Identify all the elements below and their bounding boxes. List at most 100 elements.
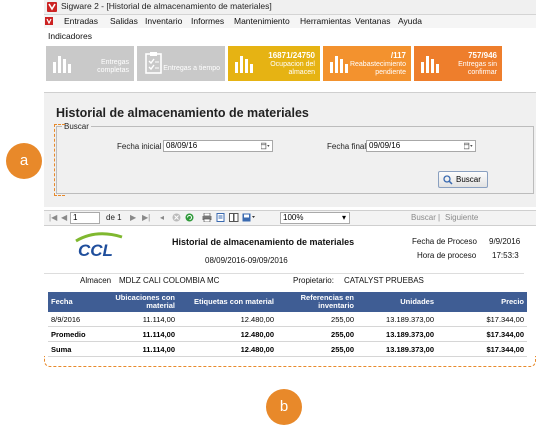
kpi-label: Entregas a tiempo xyxy=(163,65,220,72)
page-setup-icon[interactable] xyxy=(229,213,239,224)
kpi-tile-entregas-a-tiempo[interactable]: Entregas a tiempo xyxy=(137,46,225,81)
menu-ventanas[interactable]: Ventanas xyxy=(355,16,390,26)
cell: 13.189.373,00 xyxy=(357,326,437,342)
menu-mantenimiento[interactable]: Mantenimiento xyxy=(234,16,290,26)
menu-bar: Entradas Salidas Inventario Informes Man… xyxy=(44,15,536,28)
find-separator: | xyxy=(438,213,441,222)
app-icon xyxy=(47,2,57,12)
cell: 11.114,00 xyxy=(112,312,178,327)
buscar-button[interactable]: Buscar xyxy=(438,171,488,188)
menu-informes[interactable]: Informes xyxy=(191,16,224,26)
kpi-label: Entregas xyxy=(100,59,129,66)
menu-entradas[interactable]: Entradas xyxy=(64,16,98,26)
chevron-down-icon: ▾ xyxy=(341,213,346,222)
fecha-final-field[interactable]: 09/09/16 xyxy=(366,140,476,152)
cell: Suma xyxy=(48,341,112,357)
bar-chart-icon xyxy=(421,56,439,73)
zoom-select[interactable]: 100% ▾ xyxy=(280,212,350,224)
cell: 255,00 xyxy=(277,326,357,342)
cell: 13.189.373,00 xyxy=(357,312,437,327)
kpi-tile-entregas-sin-confirmar[interactable]: 757/946 Entregas sin confirmar xyxy=(414,46,502,81)
almacen-row xyxy=(44,273,524,286)
table-row-suma: Suma 11.114,00 12.480,00 255,00 13.189.3… xyxy=(48,341,527,357)
column-header-unidades: Unidades xyxy=(357,292,437,312)
report-table: Fecha Ubicaciones con material Etiquetas… xyxy=(48,292,527,357)
kpi-label: Ocupacion del xyxy=(270,61,315,68)
kpi-label: Entregas sin xyxy=(458,61,497,68)
next-page-icon[interactable]: ▶ xyxy=(130,213,136,222)
annotation-callout-b: b xyxy=(266,389,302,425)
page-number-input[interactable]: 1 xyxy=(70,212,100,224)
kpi-tile-entregas-completas[interactable]: Entregas completas xyxy=(46,46,134,81)
ccl-logo: CCL xyxy=(74,231,124,261)
cell: 8/9/2016 xyxy=(48,312,112,327)
propietario-value: CATALYST PRUEBAS xyxy=(344,276,424,285)
kpi-label: confirmar xyxy=(467,69,497,76)
kpi-value: 16871/24750 xyxy=(268,51,315,60)
bar-chart-icon xyxy=(53,56,71,73)
menu-inventario[interactable]: Inventario xyxy=(145,16,182,26)
cell: 12.480,00 xyxy=(178,341,277,357)
column-header-etiquetas: Etiquetas con material xyxy=(178,292,277,312)
fecha-proceso-label: Fecha de Proceso xyxy=(412,237,477,246)
kpi-value: /117 xyxy=(390,51,406,60)
menu-salidas[interactable]: Salidas xyxy=(110,16,138,26)
table-header-row: Fecha Ubicaciones con material Etiquetas… xyxy=(48,292,527,312)
title-bar: Sigware 2 - [Historial de almacenamiento… xyxy=(44,0,536,15)
hora-proceso-label: Hora de proceso xyxy=(417,251,477,260)
annotation-callout-a: a xyxy=(6,143,42,179)
cell: 255,00 xyxy=(277,341,357,357)
column-header-referencias: Referencias en inventario xyxy=(277,292,357,312)
fecha-final-label: Fecha final xyxy=(327,142,367,151)
find-link[interactable]: Buscar xyxy=(411,213,436,222)
report-content: CCL Historial de almacenamiento de mater… xyxy=(44,226,536,362)
cell: $17.344,00 xyxy=(437,341,527,357)
almacen-value: MDLZ CALI COLOMBIA MC xyxy=(119,276,220,285)
back-icon[interactable]: ◂ xyxy=(160,213,164,222)
svg-text:CCL: CCL xyxy=(78,241,113,259)
cell: 12.480,00 xyxy=(178,326,277,342)
search-icon xyxy=(443,175,453,185)
prev-page-icon[interactable]: ◀ xyxy=(61,213,67,222)
fecha-inicial-field[interactable]: 08/09/16 xyxy=(163,140,273,152)
kpi-label: completas xyxy=(97,67,129,74)
find-next-link[interactable]: Siguiente xyxy=(445,213,478,222)
calendar-dropdown-icon[interactable] xyxy=(261,142,270,150)
column-header-fecha: Fecha xyxy=(48,292,112,312)
bar-chart-icon xyxy=(235,56,253,73)
print-layout-icon[interactable] xyxy=(216,213,225,224)
export-icon[interactable] xyxy=(242,213,256,224)
stop-icon[interactable] xyxy=(172,213,181,224)
kpi-label: pendiente xyxy=(375,69,406,76)
indicadores-label[interactable]: Indicadores xyxy=(48,31,92,41)
first-page-icon[interactable]: |◀ xyxy=(49,213,57,222)
kpi-label: Reabastecimiento xyxy=(349,61,406,68)
cell: 13.189.373,00 xyxy=(357,341,437,357)
column-header-precio: Precio xyxy=(437,292,527,312)
indicators-bar: Indicadores xyxy=(44,30,536,43)
report-toolbar: |◀ ◀ 1 de 1 ▶ ▶| ◂ 100% ▾ Buscar | Sigui… xyxy=(44,210,536,226)
fecha-inicial-value: 08/09/16 xyxy=(166,141,198,150)
clipboard-icon xyxy=(145,52,162,74)
cell: $17.344,00 xyxy=(437,312,527,327)
menu-herramientas[interactable]: Herramientas xyxy=(300,16,351,26)
kpi-tile-ocupacion-almacen[interactable]: 16871/24750 Ocupacion del almacen xyxy=(228,46,320,81)
cell: 12.480,00 xyxy=(178,312,277,327)
calendar-dropdown-icon[interactable] xyxy=(464,142,473,150)
table-row-promedio: Promedio 11.114,00 12.480,00 255,00 13.1… xyxy=(48,326,527,342)
kpi-tile-reabastecimiento[interactable]: /117 Reabastecimiento pendiente xyxy=(323,46,411,81)
menu-ayuda[interactable]: Ayuda xyxy=(398,16,422,26)
cell: 11.114,00 xyxy=(112,326,178,342)
window-title: Sigware 2 - [Historial de almacenamiento… xyxy=(61,1,272,11)
hora-proceso-value: 17:53:3 xyxy=(492,251,519,260)
last-page-icon[interactable]: ▶| xyxy=(142,213,150,222)
menu-icon[interactable] xyxy=(44,16,54,28)
fecha-final-value: 09/09/16 xyxy=(369,141,401,150)
fecha-inicial-label: Fecha inicial xyxy=(117,142,162,151)
cell: 255,00 xyxy=(277,312,357,327)
print-icon[interactable] xyxy=(202,212,212,224)
refresh-icon[interactable] xyxy=(185,213,194,224)
page-title: Historial de almacenamiento de materiale… xyxy=(56,106,309,120)
propietario-label: Propietario: xyxy=(293,276,334,285)
annotation-bracket-b xyxy=(44,356,536,367)
